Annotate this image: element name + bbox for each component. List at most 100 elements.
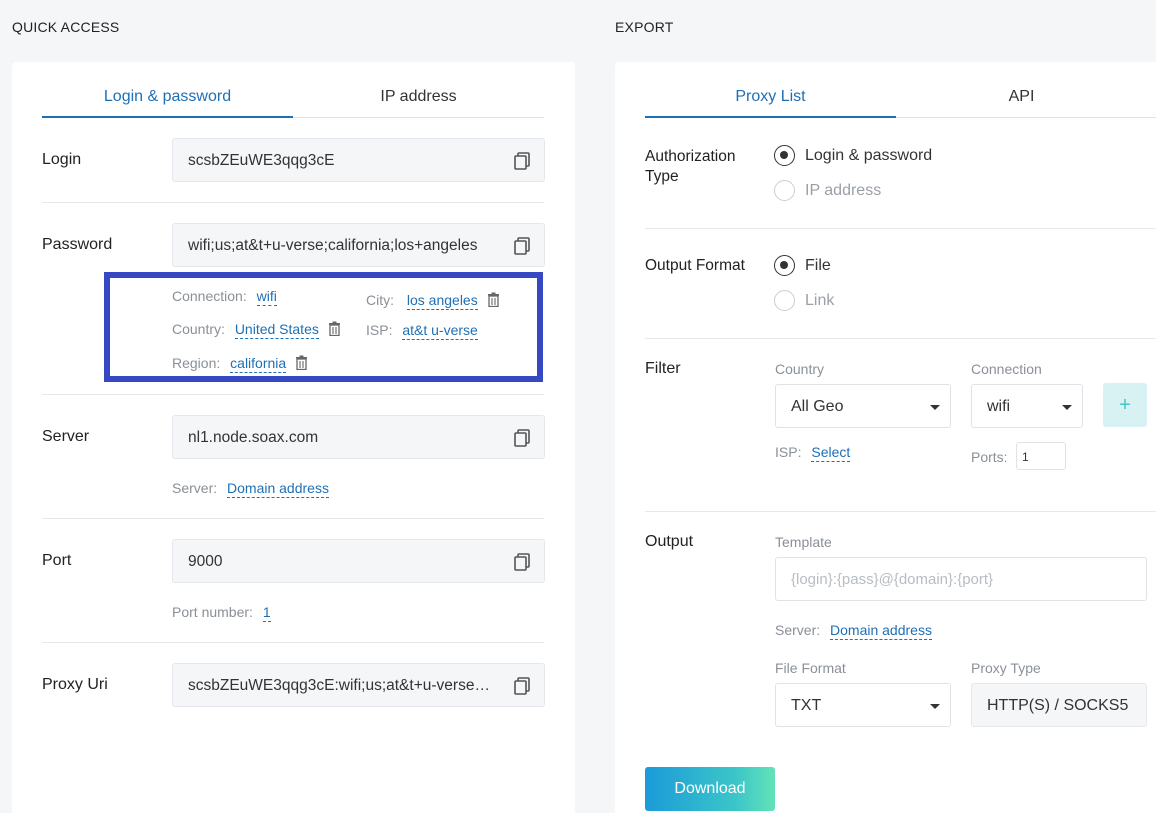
port-label: Port bbox=[42, 552, 72, 569]
login-value: scsbZEuWE3qqg3cE bbox=[188, 152, 335, 169]
ports-filter-label: Ports: bbox=[971, 449, 1008, 465]
country-label: Country: bbox=[172, 321, 225, 337]
tab-active-indicator bbox=[42, 116, 293, 118]
port-field[interactable]: 9000 bbox=[172, 539, 545, 583]
copy-icon[interactable] bbox=[514, 429, 530, 447]
server-type: Server: Domain address bbox=[172, 480, 329, 498]
add-filter-button[interactable]: + bbox=[1103, 383, 1147, 427]
output-server-link[interactable]: Domain address bbox=[830, 622, 932, 640]
template-placeholder: {login}:{pass}@{domain}:{port} bbox=[791, 571, 994, 588]
radio-format-link-label[interactable]: Link bbox=[805, 292, 834, 310]
connection-select[interactable]: wifi bbox=[971, 384, 1083, 428]
login-label: Login bbox=[42, 151, 82, 168]
separator bbox=[645, 338, 1156, 339]
region-link[interactable]: california bbox=[230, 355, 287, 373]
copy-icon[interactable] bbox=[514, 152, 530, 170]
tab-active-indicator bbox=[645, 116, 896, 118]
output-label: Output bbox=[645, 533, 694, 550]
proxy-type-label: Proxy Type bbox=[971, 660, 1041, 676]
trash-icon[interactable] bbox=[328, 321, 341, 336]
export-title: EXPORT bbox=[615, 19, 674, 35]
proxy-uri-label: Proxy Uri bbox=[42, 676, 108, 693]
proxy-uri-field[interactable]: scsbZEuWE3qqg3cE:wifi;us;at&t+u-verse;ca… bbox=[172, 663, 545, 707]
chevron-down-icon bbox=[930, 704, 940, 709]
country-filter-label: Country bbox=[775, 361, 825, 377]
copy-icon[interactable] bbox=[514, 237, 530, 255]
file-format-value: TXT bbox=[791, 697, 822, 714]
file-format-label: File Format bbox=[775, 660, 846, 676]
quick-access-card: Login & password IP address Login scsbZE… bbox=[12, 62, 575, 813]
output-format-label: Output Format bbox=[645, 257, 745, 274]
auth-type-label-line1: Authorization bbox=[645, 148, 736, 165]
isp-link[interactable]: at&t u-verse bbox=[402, 322, 478, 340]
separator bbox=[645, 511, 1156, 512]
download-button[interactable]: Download bbox=[645, 767, 775, 811]
radio-format-link[interactable] bbox=[774, 290, 795, 311]
server-type-label: Server: bbox=[172, 480, 218, 496]
export-card: Proxy List API Authorization Type Login … bbox=[615, 62, 1156, 813]
connection-select-value: wifi bbox=[987, 398, 1011, 415]
radio-auth-login-password-label[interactable]: Login & password bbox=[805, 147, 932, 165]
country-link[interactable]: United States bbox=[234, 321, 319, 339]
port-number: Port number: 1 bbox=[172, 604, 271, 622]
auth-type-label: Authorization Type bbox=[645, 147, 735, 187]
isp-select-link[interactable]: Select bbox=[811, 444, 851, 462]
radio-format-file-label[interactable]: File bbox=[805, 257, 831, 275]
isp-detail: ISP: at&t u-verse bbox=[366, 322, 478, 340]
password-label: Password bbox=[42, 236, 113, 253]
tab-proxy-list[interactable]: Proxy List bbox=[645, 88, 896, 106]
separator bbox=[42, 394, 544, 395]
template-input[interactable]: {login}:{pass}@{domain}:{port} bbox=[775, 557, 1147, 601]
password-field[interactable]: wifi;us;at&t+u-verse;california;los+ange… bbox=[172, 223, 545, 267]
server-type-link[interactable]: Domain address bbox=[227, 480, 329, 498]
radio-auth-ip-address[interactable] bbox=[774, 180, 795, 201]
separator bbox=[42, 642, 544, 643]
template-label: Template bbox=[775, 534, 832, 550]
port-number-label: Port number: bbox=[172, 604, 253, 620]
copy-icon[interactable] bbox=[514, 677, 530, 695]
radio-format-file[interactable] bbox=[774, 255, 795, 276]
login-field[interactable]: scsbZEuWE3qqg3cE bbox=[172, 138, 545, 182]
connection-label: Connection: bbox=[172, 288, 247, 304]
copy-icon[interactable] bbox=[514, 553, 530, 571]
auth-type-label-line2: Type bbox=[645, 168, 679, 185]
radio-auth-login-password[interactable] bbox=[774, 145, 795, 166]
region-label: Region: bbox=[172, 355, 221, 371]
radio-auth-ip-address-label[interactable]: IP address bbox=[805, 182, 881, 200]
ports-input[interactable]: 1 bbox=[1016, 442, 1066, 470]
city-link[interactable]: los angeles bbox=[406, 292, 478, 310]
server-value: nl1.node.soax.com bbox=[188, 429, 319, 446]
tab-ip-address[interactable]: IP address bbox=[293, 88, 544, 106]
trash-icon[interactable] bbox=[295, 355, 308, 370]
proxy-type-value: HTTP(S) / SOCKS5 bbox=[987, 697, 1129, 714]
tab-api[interactable]: API bbox=[896, 88, 1147, 106]
ports-input-value: 1 bbox=[1022, 450, 1029, 464]
separator bbox=[645, 228, 1156, 229]
isp-filter: ISP: Select bbox=[775, 444, 851, 462]
tab-login-password[interactable]: Login & password bbox=[42, 88, 293, 106]
server-field[interactable]: nl1.node.soax.com bbox=[172, 415, 545, 459]
country-detail: Country: United States bbox=[172, 321, 341, 339]
connection-filter-label: Connection bbox=[971, 361, 1042, 377]
connection-link[interactable]: wifi bbox=[256, 288, 277, 306]
output-server-type: Server: Domain address bbox=[775, 622, 932, 640]
port-value: 9000 bbox=[188, 553, 223, 570]
connection-detail: Connection: wifi bbox=[172, 288, 277, 306]
separator bbox=[42, 202, 544, 203]
port-number-link[interactable]: 1 bbox=[262, 604, 271, 622]
city-label: City: bbox=[366, 292, 394, 308]
file-format-select[interactable]: TXT bbox=[775, 683, 951, 727]
server-label: Server bbox=[42, 428, 90, 445]
isp-filter-label: ISP: bbox=[775, 444, 802, 460]
country-select-value: All Geo bbox=[791, 398, 844, 415]
chevron-down-icon bbox=[1062, 405, 1072, 410]
proxy-type-field: HTTP(S) / SOCKS5 bbox=[971, 683, 1147, 727]
trash-icon[interactable] bbox=[487, 292, 500, 307]
output-server-label: Server: bbox=[775, 622, 821, 638]
password-value: wifi;us;at&t+u-verse;california;los+ange… bbox=[188, 237, 478, 254]
separator bbox=[42, 518, 544, 519]
proxy-uri-value: scsbZEuWE3qqg3cE:wifi;us;at&t+u-verse;ca… bbox=[188, 677, 491, 694]
filter-label: Filter bbox=[645, 360, 681, 377]
country-select[interactable]: All Geo bbox=[775, 384, 951, 428]
region-detail: Region: california bbox=[172, 355, 308, 373]
